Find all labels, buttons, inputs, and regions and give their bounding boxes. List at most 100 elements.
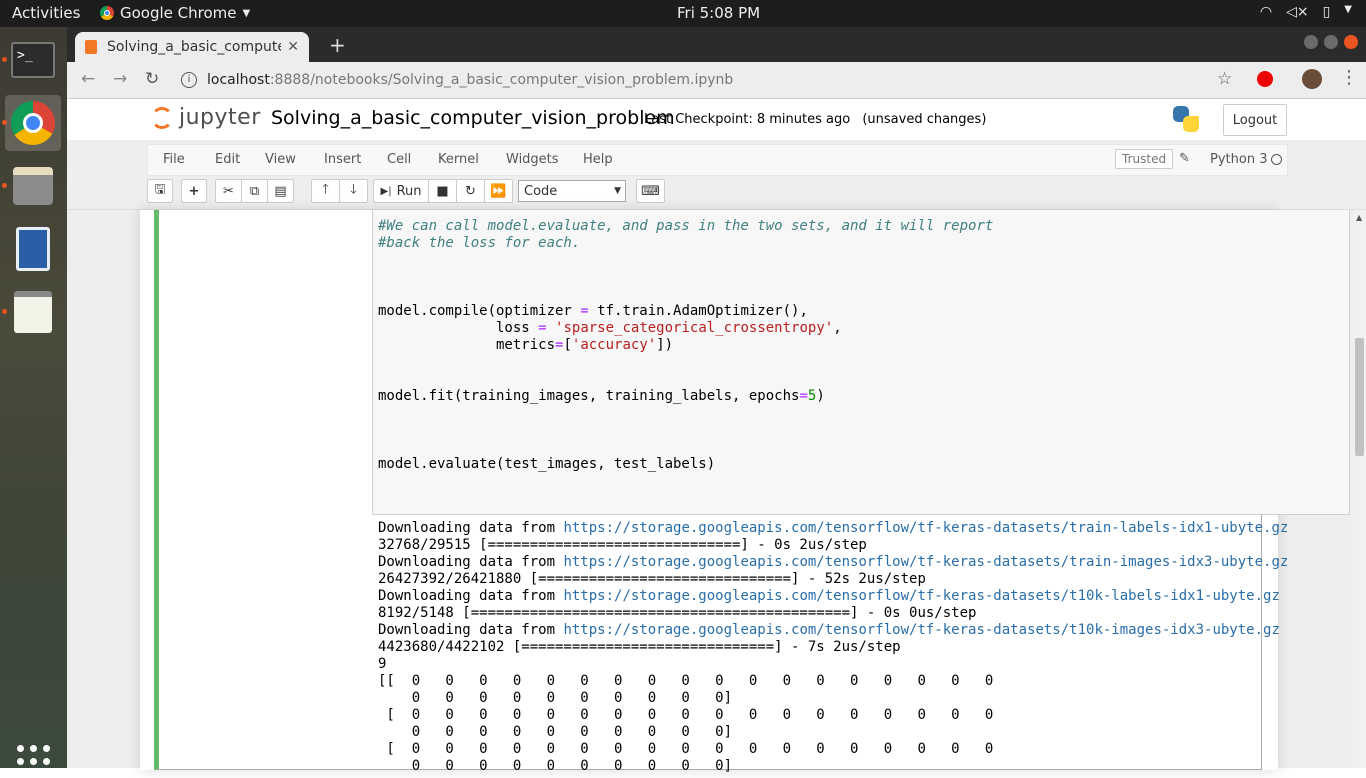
run-button[interactable]: ▶| Run (373, 179, 429, 203)
output-line: [ 0 0 0 0 0 0 0 0 0 0 0 0 0 0 0 0 0 0 (378, 741, 994, 757)
menu-view[interactable]: View (265, 152, 296, 167)
browser-tab[interactable]: Solving_a_basic_computer_vision_problem … (75, 32, 309, 62)
kernel-idle-icon (1271, 154, 1282, 165)
cell-type-select[interactable]: Code ▼ (518, 180, 626, 202)
code-cell-selected[interactable]: #We can call model.evaluate, and pass in… (154, 210, 1350, 774)
terminal-icon: >_ (11, 42, 55, 78)
browser-tab-bar: Solving_a_basic_computer_vision_problem … (67, 27, 1366, 62)
menu-kernel[interactable]: Kernel (438, 152, 479, 167)
restart-icon[interactable]: ↻ (456, 179, 485, 203)
code-line: model.compile(optimizer = tf.train.AdamO… (378, 303, 808, 319)
insert-cell-icon[interactable]: + (181, 179, 207, 203)
output-link[interactable]: https://storage.googleapis.com/tensorflo… (563, 622, 1279, 638)
save-icon[interactable]: 🖫 (147, 179, 173, 203)
dock-text-editor[interactable] (5, 284, 61, 340)
output-line: 4423680/4422102 [=======================… (378, 639, 901, 655)
forward-icon[interactable]: → (113, 69, 127, 89)
output-line: [[ 0 0 0 0 0 0 0 0 0 0 0 0 0 0 0 0 0 0 (378, 673, 994, 689)
output-line: Downloading data from https://storage.go… (378, 520, 1289, 536)
jupyter-logo[interactable]: jupyter (151, 105, 261, 130)
jupyter-page: jupyter Solving_a_basic_computer_vision_… (67, 99, 1366, 774)
avatar[interactable] (1302, 69, 1322, 89)
move-up-icon[interactable]: 🡑 (311, 179, 340, 203)
browser-toolbar: ← → ↻ i localhost :8888/notebooks/Solvin… (67, 62, 1366, 99)
address-bar[interactable]: i localhost :8888/notebooks/Solving_a_ba… (181, 66, 1226, 94)
dock: >_ (0, 27, 67, 778)
url-path: :8888/notebooks/Solving_a_basic_computer… (269, 72, 734, 88)
kernel-name[interactable]: Python 3 (1210, 152, 1267, 167)
dock-terminal[interactable]: >_ (5, 32, 61, 88)
dock-files[interactable] (5, 158, 61, 214)
app-menu[interactable]: Google Chrome ▼ (100, 4, 250, 22)
tab-title: Solving_a_basic_computer_vision_problem (107, 39, 281, 55)
dock-chrome[interactable] (5, 95, 61, 151)
text-editor-icon (14, 291, 52, 333)
menu-edit[interactable]: Edit (215, 152, 240, 167)
output-line: Downloading data from https://storage.go… (378, 554, 1289, 570)
menu-kebab-icon[interactable]: ⋮ (1340, 67, 1358, 88)
running-indicator (2, 120, 7, 125)
scroll-up-icon[interactable]: ▲ (1356, 213, 1362, 222)
menu-file[interactable]: File (163, 152, 185, 167)
notebook-menubar: File Edit View Insert Cell Kernel Widget… (147, 144, 1288, 176)
app-menu-label: Google Chrome (120, 4, 237, 22)
reload-icon[interactable]: ↻ (145, 69, 159, 89)
output-line: 26427392/26421880 [=====================… (378, 571, 926, 587)
apps-grid-icon[interactable] (17, 745, 50, 778)
output-link[interactable]: https://storage.googleapis.com/tensorflo… (563, 554, 1288, 570)
output-line: 32768/29515 [===========================… (378, 537, 867, 553)
scrollbar-thumb[interactable] (1355, 338, 1364, 456)
extension-icon[interactable] (1257, 71, 1273, 87)
page-scrollbar[interactable]: ▲ (1353, 210, 1366, 768)
new-tab-button[interactable]: + (329, 33, 346, 57)
move-down-icon[interactable]: 🡓 (339, 179, 368, 203)
output-link[interactable]: https://storage.googleapis.com/tensorflo… (563, 520, 1288, 536)
close-window-button[interactable] (1344, 35, 1358, 49)
notebook-name[interactable]: Solving_a_basic_computer_vision_problem (271, 107, 675, 129)
output-line: 8192/5148 [=============================… (378, 605, 977, 621)
last-checkpoint: Last Checkpoint: 8 minutes ago (644, 112, 851, 127)
files-icon (13, 167, 53, 205)
output-line: 0 0 0 0 0 0 0 0 0 0] (378, 758, 733, 774)
maximize-button[interactable] (1324, 35, 1338, 49)
keyboard-icon[interactable]: ⌨ (636, 179, 665, 203)
bookmark-star-icon[interactable]: ☆ (1217, 69, 1232, 89)
restart-run-all-icon[interactable]: ⏩ (484, 179, 513, 203)
python-logo-icon (1173, 106, 1199, 132)
menu-widgets[interactable]: Widgets (506, 152, 559, 167)
cut-icon[interactable]: ✂ (215, 179, 242, 203)
jupyter-logo-text: jupyter (179, 105, 261, 130)
copy-icon[interactable]: ⧉ (241, 179, 268, 203)
chrome-icon (11, 101, 55, 145)
jupyter-favicon-icon (85, 40, 97, 54)
gnome-top-bar: Activities Google Chrome ▼ Fri 5:08 PM ◠… (0, 0, 1366, 27)
chevron-down-icon: ▼ (614, 186, 621, 196)
running-indicator (2, 183, 7, 188)
unsaved-changes: (unsaved changes) (862, 112, 987, 127)
menu-help[interactable]: Help (583, 152, 613, 167)
close-tab-icon[interactable]: ✕ (287, 39, 299, 55)
menu-insert[interactable]: Insert (324, 152, 361, 167)
chevron-down-icon: ▼ (242, 7, 251, 19)
menu-cell[interactable]: Cell (387, 152, 411, 167)
output-link[interactable]: https://storage.googleapis.com/tensorflo… (563, 588, 1279, 604)
volume-icon: ◁× (1286, 4, 1309, 20)
chrome-icon (100, 6, 114, 20)
dock-writer[interactable] (5, 221, 61, 277)
activities-button[interactable]: Activities (12, 4, 80, 22)
output-line: Downloading data from https://storage.go… (378, 622, 1280, 638)
pencil-icon[interactable]: ✎ (1179, 151, 1190, 166)
code-line: loss = 'sparse_categorical_crossentropy'… (378, 320, 842, 336)
info-icon[interactable]: i (181, 72, 197, 88)
minimize-button[interactable] (1304, 35, 1318, 49)
window-controls (1304, 35, 1358, 49)
back-icon[interactable]: ← (81, 69, 95, 89)
output-line: Downloading data from https://storage.go… (378, 588, 1280, 604)
system-tray[interactable]: ◠ ◁× ▯ ▼ (1260, 4, 1352, 20)
paste-icon[interactable]: ▤ (267, 179, 294, 203)
logout-button[interactable]: Logout (1223, 104, 1287, 136)
clock[interactable]: Fri 5:08 PM (677, 4, 760, 22)
trusted-indicator[interactable]: Trusted (1115, 149, 1174, 169)
jupyter-header: jupyter Solving_a_basic_computer_vision_… (67, 99, 1366, 140)
interrupt-icon[interactable]: ■ (428, 179, 457, 203)
